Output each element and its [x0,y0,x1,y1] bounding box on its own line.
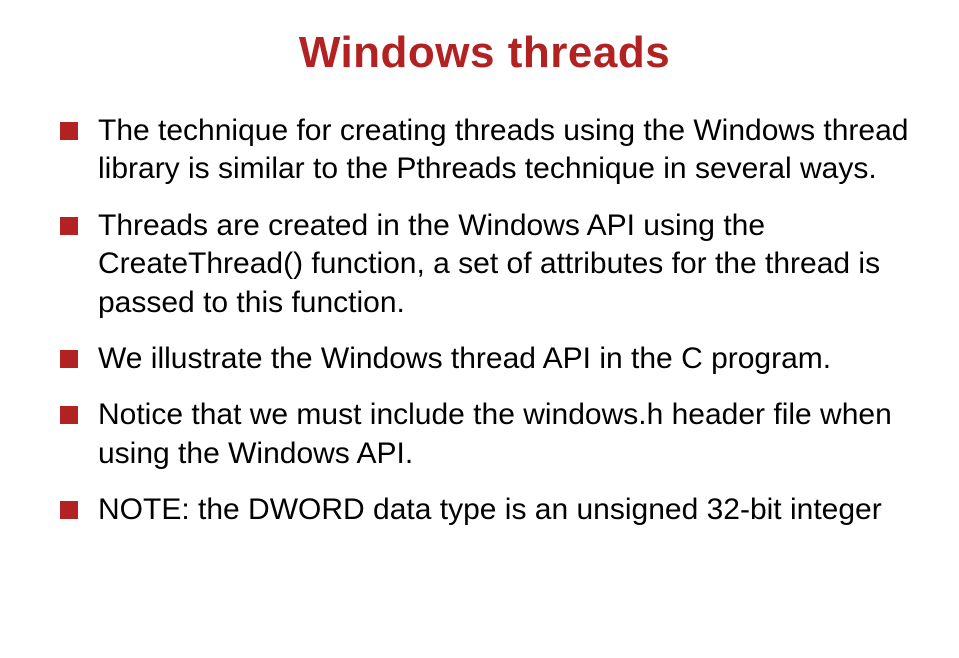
bullet-text: We illustrate the Windows thread API in … [98,342,831,375]
bullet-square-icon [60,122,78,140]
bullet-text: NOTE: the DWORD data type is an unsigned… [98,493,882,526]
bullet-list: The technique for creating threads using… [60,112,909,530]
bullet-text: Threads are created in the Windows API u… [98,209,880,319]
slide-title: Windows threads [60,28,909,78]
bullet-text: The technique for creating threads using… [98,114,908,185]
bullet-square-icon [60,501,78,519]
bullet-square-icon [60,350,78,368]
list-item: NOTE: the DWORD data type is an unsigned… [60,491,909,529]
list-item: Threads are created in the Windows API u… [60,207,909,322]
bullet-square-icon [60,217,78,235]
bullet-text: Notice that we must include the windows.… [98,398,892,469]
list-item: The technique for creating threads using… [60,112,909,189]
bullet-square-icon [60,406,78,424]
list-item: Notice that we must include the windows.… [60,396,909,473]
slide: Windows threads The technique for creati… [0,0,959,658]
list-item: We illustrate the Windows thread API in … [60,340,909,378]
